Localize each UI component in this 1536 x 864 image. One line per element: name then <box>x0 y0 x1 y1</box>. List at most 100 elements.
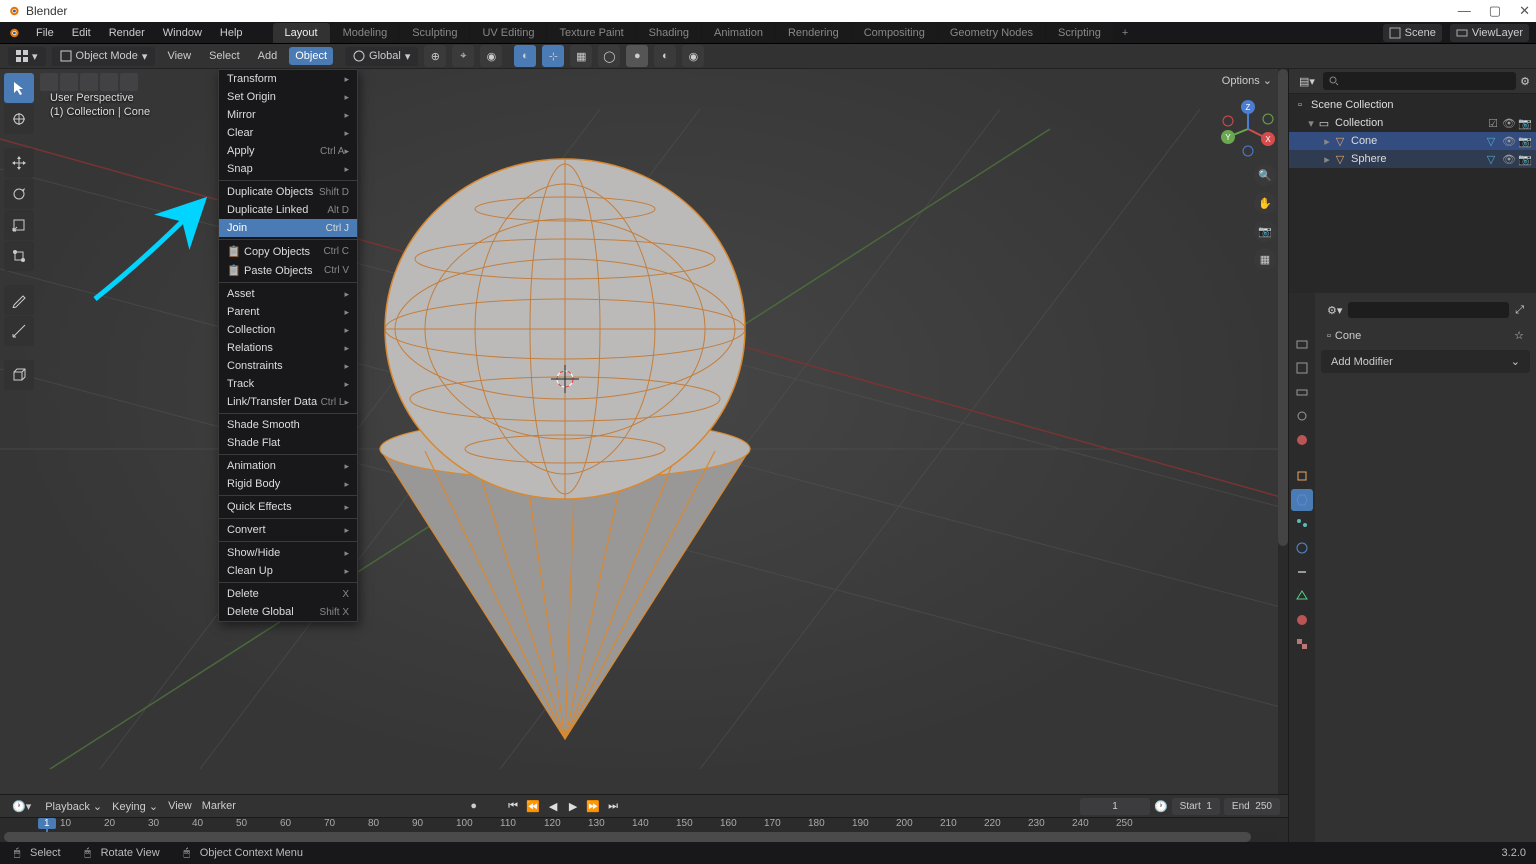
menu-item-join[interactable]: JoinCtrl J <box>219 219 357 237</box>
tool-move[interactable] <box>4 148 34 178</box>
header-view[interactable]: View <box>161 47 197 65</box>
autokey-icon[interactable]: ● <box>470 800 477 812</box>
viewlayer-selector[interactable]: ViewLayer <box>1450 24 1529 42</box>
current-frame-field[interactable]: 1 <box>1080 798 1150 815</box>
prop-tab-render[interactable] <box>1291 333 1313 355</box>
tab-uv-editing[interactable]: UV Editing <box>470 23 546 43</box>
close-button[interactable]: ✕ <box>1519 3 1530 19</box>
select-mode-5[interactable] <box>120 73 138 91</box>
tab-sculpting[interactable]: Sculpting <box>400 23 469 43</box>
end-frame-field[interactable]: End 250 <box>1224 798 1280 815</box>
prop-tab-particle[interactable] <box>1291 513 1313 535</box>
jump-start-button[interactable]: ⏮ <box>505 798 521 814</box>
overlay-toggle[interactable]: ◐ <box>514 45 536 67</box>
menu-item-animation[interactable]: Animation▸ <box>219 457 357 475</box>
outliner-filter-icon[interactable]: ⚙ <box>1520 75 1530 88</box>
jump-end-button[interactable]: ⏭ <box>605 798 621 814</box>
disclosure-toggle[interactable]: ▸ <box>1321 153 1333 166</box>
properties-search[interactable] <box>1348 302 1509 318</box>
menu-item-link-transfer-data[interactable]: Link/Transfer DataCtrl L▸ <box>219 393 357 411</box>
select-mode-2[interactable] <box>60 73 78 91</box>
tool-scale[interactable] <box>4 210 34 240</box>
eye-icon[interactable]: 👁 <box>1502 135 1516 148</box>
exclude-checkbox[interactable]: ☑ <box>1486 117 1500 130</box>
menu-item-rigid-body[interactable]: Rigid Body▸ <box>219 475 357 493</box>
tab-geometry-nodes[interactable]: Geometry Nodes <box>938 23 1045 43</box>
select-mode-3[interactable] <box>80 73 98 91</box>
add-modifier-button[interactable]: Add Modifier ⌄ <box>1321 350 1530 373</box>
pan-icon[interactable]: ✋ <box>1254 192 1276 214</box>
minimize-button[interactable]: — <box>1458 3 1471 19</box>
tab-texture-paint[interactable]: Texture Paint <box>547 23 635 43</box>
prop-tab-viewlayer[interactable] <box>1291 381 1313 403</box>
proportional-button[interactable]: ◉ <box>480 45 502 67</box>
prev-key-button[interactable]: ⏪ <box>525 798 541 814</box>
editor-type-selector[interactable]: ▾ <box>8 47 46 66</box>
disclosure-toggle[interactable]: ▾ <box>1305 117 1317 130</box>
clock-icon[interactable]: 🕐 <box>1154 800 1168 813</box>
mode-selector[interactable]: Object Mode▾ <box>52 47 156 66</box>
menu-item-apply[interactable]: ApplyCtrl A▸ <box>219 142 357 160</box>
outliner-display-mode[interactable]: ▤▾ <box>1295 73 1319 90</box>
menu-item-copy-objects[interactable]: 📋Copy ObjectsCtrl C <box>219 242 357 261</box>
tab-scripting[interactable]: Scripting <box>1046 23 1113 43</box>
menu-item-delete-global[interactable]: Delete GlobalShift X <box>219 603 357 621</box>
menu-item-constraints[interactable]: Constraints▸ <box>219 357 357 375</box>
prop-tab-physics[interactable] <box>1291 537 1313 559</box>
header-object[interactable]: Object <box>289 47 333 65</box>
tool-transform[interactable] <box>4 241 34 271</box>
menu-item-snap[interactable]: Snap▸ <box>219 160 357 178</box>
menu-item-collection[interactable]: Collection▸ <box>219 321 357 339</box>
start-frame-field[interactable]: Start 1 <box>1172 798 1220 815</box>
prop-tab-texture[interactable] <box>1291 633 1313 655</box>
menu-item-shade-smooth[interactable]: Shade Smooth <box>219 416 357 434</box>
menu-file[interactable]: File <box>28 24 62 42</box>
pin-icon[interactable]: ⤢ <box>1515 304 1524 317</box>
menu-item-paste-objects[interactable]: 📋Paste ObjectsCtrl V <box>219 261 357 280</box>
menu-edit[interactable]: Edit <box>64 24 99 42</box>
tab-animation[interactable]: Animation <box>702 23 775 43</box>
menu-item-shade-flat[interactable]: Shade Flat <box>219 434 357 452</box>
perspective-icon[interactable]: ▦ <box>1254 248 1276 270</box>
timeline-view[interactable]: View <box>168 800 192 812</box>
render-icon[interactable]: 📷 <box>1518 153 1532 166</box>
shading-material[interactable]: ◐ <box>654 45 676 67</box>
menu-item-delete[interactable]: DeleteX <box>219 585 357 603</box>
tab-modeling[interactable]: Modeling <box>331 23 400 43</box>
tool-rotate[interactable] <box>4 179 34 209</box>
prop-tab-world[interactable] <box>1291 429 1313 451</box>
menu-item-duplicate-linked[interactable]: Duplicate LinkedAlt D <box>219 201 357 219</box>
tab-layout[interactable]: Layout <box>273 23 330 43</box>
prop-tab-data[interactable] <box>1291 585 1313 607</box>
tool-add-cube[interactable] <box>4 360 34 390</box>
tab-compositing[interactable]: Compositing <box>852 23 937 43</box>
tool-select[interactable] <box>4 73 34 103</box>
menu-item-track[interactable]: Track▸ <box>219 375 357 393</box>
render-icon[interactable]: 📷 <box>1518 135 1532 148</box>
tab-shading[interactable]: Shading <box>637 23 701 43</box>
tab-rendering[interactable]: Rendering <box>776 23 851 43</box>
header-add[interactable]: Add <box>252 47 284 65</box>
viewport-vscroll[interactable] <box>1278 69 1288 864</box>
menu-item-asset[interactable]: Asset▸ <box>219 285 357 303</box>
axis-gizmo[interactable]: X Y Z <box>1218 99 1278 159</box>
timeline-marker[interactable]: Marker <box>202 800 236 812</box>
prop-tab-output[interactable] <box>1291 357 1313 379</box>
menu-window[interactable]: Window <box>155 24 210 42</box>
prop-tab-scene[interactable] <box>1291 405 1313 427</box>
menu-item-show-hide[interactable]: Show/Hide▸ <box>219 544 357 562</box>
header-select[interactable]: Select <box>203 47 246 65</box>
timeline-keying[interactable]: Keying ⌄ <box>112 800 158 813</box>
orientation-selector[interactable]: Global▾ <box>345 47 418 66</box>
menu-item-transform[interactable]: Transform▸ <box>219 70 357 88</box>
menu-item-duplicate-objects[interactable]: Duplicate ObjectsShift D <box>219 183 357 201</box>
disclosure-toggle[interactable]: ▸ <box>1321 135 1333 148</box>
outliner-item-sphere[interactable]: ▸ ▽ Sphere ▽ 👁📷 <box>1289 150 1536 168</box>
timeline-playback[interactable]: Playback ⌄ <box>45 800 102 813</box>
menu-help[interactable]: Help <box>212 24 251 42</box>
menu-item-mirror[interactable]: Mirror▸ <box>219 106 357 124</box>
zoom-icon[interactable]: 🔍 <box>1254 164 1276 186</box>
shading-solid[interactable]: ● <box>626 45 648 67</box>
maximize-button[interactable]: ▢ <box>1489 3 1501 19</box>
prop-tab-modifier[interactable] <box>1291 489 1313 511</box>
